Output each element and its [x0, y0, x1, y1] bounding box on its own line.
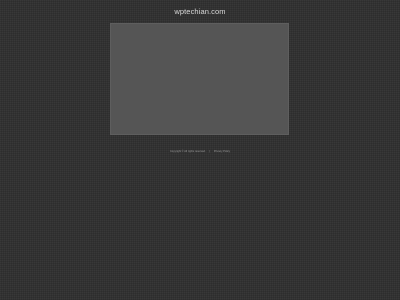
content-placeholder-panel — [110, 23, 289, 135]
footer: Copyright © All rights reserved. | Priva… — [0, 150, 400, 153]
site-title-link[interactable]: wptechian.com — [0, 7, 400, 16]
footer-separator: | — [209, 150, 211, 153]
copyright-text: Copyright © All rights reserved. — [169, 150, 206, 153]
privacy-policy-link[interactable]: Privacy Policy — [214, 150, 230, 153]
